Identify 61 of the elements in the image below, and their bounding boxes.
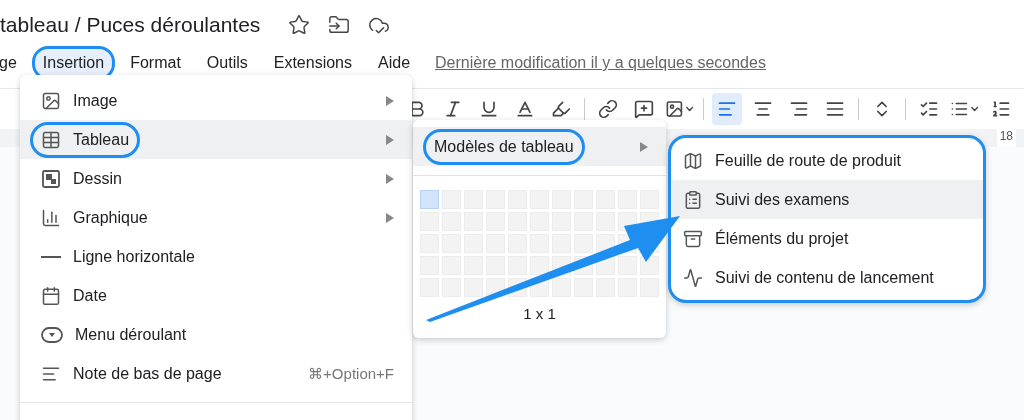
menu-item-text: Image bbox=[73, 91, 118, 110]
checklist-icon bbox=[919, 99, 939, 119]
text-color-icon bbox=[515, 99, 535, 119]
menu-row[interactable]: Modèles de tableau bbox=[413, 127, 666, 166]
menu-item-text: Suivi de contenu de lancement bbox=[715, 268, 934, 287]
menu-item-text: Note de bas de page bbox=[73, 364, 222, 383]
menu-row[interactable]: Dessin bbox=[20, 159, 412, 198]
calendar-icon bbox=[41, 285, 61, 306]
clipboard-icon bbox=[683, 189, 703, 210]
menu-row[interactable]: Suivi de contenu de lancement bbox=[671, 258, 983, 297]
menu-item-text: Modèles de tableau bbox=[434, 137, 574, 156]
menu-item-text: Tableau bbox=[73, 130, 130, 149]
map-icon bbox=[683, 150, 703, 171]
submenu-arrow-icon bbox=[640, 141, 648, 152]
add-comment-icon bbox=[634, 99, 654, 119]
table-size-label: 1 x 1 bbox=[522, 305, 557, 322]
image-icon bbox=[41, 90, 61, 111]
align-right-icon bbox=[789, 99, 809, 119]
align-center-icon bbox=[753, 99, 773, 119]
underline-icon bbox=[479, 99, 499, 119]
bar-chart-icon bbox=[41, 207, 61, 228]
document-title[interactable]: tableau / Puces déroulantes bbox=[0, 13, 261, 37]
shortcut-text: ⌘+Option+F bbox=[308, 364, 394, 383]
menu-row[interactable]: Éléments du projet bbox=[671, 219, 983, 258]
menu-item-text: Feuille de route de produit bbox=[715, 151, 901, 170]
menu-item-text: Dessin bbox=[73, 169, 122, 188]
menu-row[interactable]: Tableau bbox=[20, 120, 412, 159]
dropdown-icon bbox=[41, 326, 63, 343]
menu-row[interactable]: Graphique bbox=[20, 198, 412, 237]
menu-row[interactable]: Menu déroulant bbox=[20, 315, 412, 354]
menu-row[interactable]: Image bbox=[20, 81, 412, 120]
menu-item[interactable]: ge bbox=[0, 46, 28, 80]
menu-item-text: Date bbox=[73, 286, 107, 305]
align-justify-icon bbox=[825, 99, 845, 119]
move-folder-icon[interactable] bbox=[328, 14, 351, 36]
menu-row[interactable]: Note de bas de page ⌘+Option+F bbox=[20, 354, 412, 393]
menu-item-text: Menu déroulant bbox=[75, 325, 187, 344]
align-left-button[interactable] bbox=[712, 93, 742, 125]
menu-row[interactable]: Feuille de route de produit bbox=[671, 141, 983, 180]
drawing-icon bbox=[41, 168, 61, 189]
table-icon bbox=[41, 129, 61, 150]
archive-box-icon bbox=[683, 228, 703, 249]
menu-item-text: Ligne horizontale bbox=[73, 247, 195, 266]
link-icon bbox=[598, 99, 618, 119]
menu-row[interactable]: Ligne horizontale bbox=[20, 237, 412, 276]
menu-row[interactable]: Suivi des examens bbox=[671, 180, 983, 219]
last-edit-link[interactable]: Dernière modification il y a quelques secondes bbox=[435, 54, 766, 72]
highlighter-icon bbox=[551, 99, 571, 119]
line-chart-icon bbox=[683, 267, 703, 288]
numbered-list-icon bbox=[991, 99, 1011, 119]
insert-image-icon bbox=[665, 99, 684, 119]
menu-item-text: Suivi des examens bbox=[715, 190, 850, 209]
italic-icon bbox=[443, 99, 463, 119]
star-icon[interactable] bbox=[288, 14, 311, 36]
align-left-icon bbox=[717, 99, 737, 119]
ruler-number: 18 bbox=[996, 129, 1016, 147]
menu-item-text: Graphique bbox=[73, 208, 148, 227]
table-size-grid[interactable] bbox=[420, 190, 659, 297]
horizontal-line-icon bbox=[41, 255, 61, 258]
menu-row[interactable]: Date bbox=[20, 276, 412, 315]
menu-item-text: Éléments du projet bbox=[715, 229, 849, 248]
